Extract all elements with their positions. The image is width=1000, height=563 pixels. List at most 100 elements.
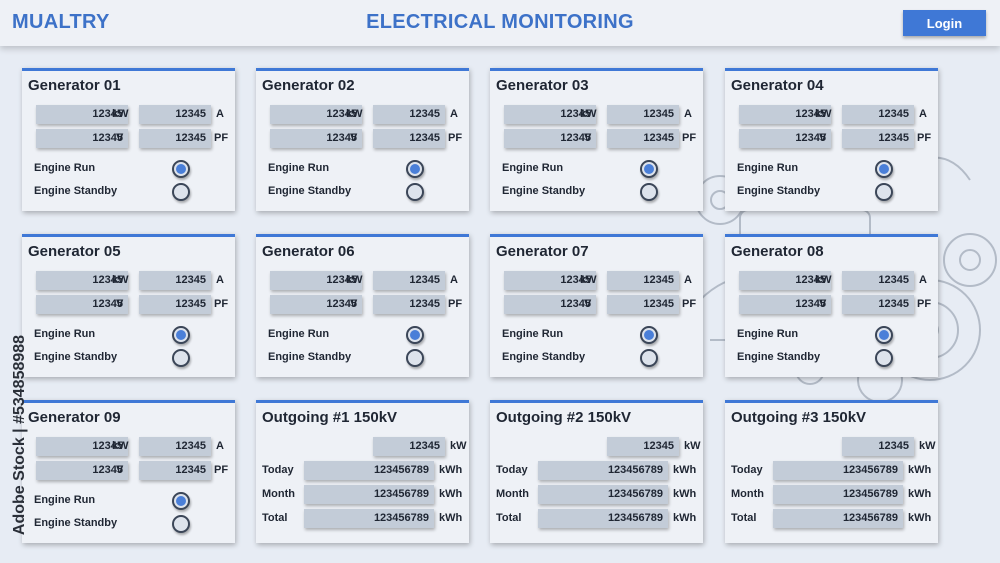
- engine-standby-radio[interactable]: [875, 183, 893, 201]
- engine-run-radio[interactable]: [406, 326, 424, 344]
- pf-value: 12345: [607, 129, 679, 148]
- amp-unit: A: [216, 108, 224, 120]
- kw-unit: kW: [112, 440, 129, 452]
- engine-run-label: Engine Run: [34, 162, 96, 174]
- card-title: Generator 08: [731, 243, 824, 260]
- login-button[interactable]: Login: [903, 10, 986, 36]
- pf-value: 12345: [373, 129, 445, 148]
- month-unit: kWh: [439, 488, 463, 500]
- engine-run-radio[interactable]: [172, 326, 190, 344]
- engine-standby-radio[interactable]: [406, 183, 424, 201]
- watermark-text: Adobe Stock | #534858988: [11, 334, 28, 536]
- engine-run-label: Engine Run: [34, 494, 96, 506]
- stock-watermark: Adobe Stock | #534858988: [8, 320, 32, 550]
- amp-value: 12345: [842, 271, 914, 290]
- engine-standby-radio[interactable]: [172, 349, 190, 367]
- amp-value: 12345: [373, 105, 445, 124]
- generator-card: Generator 08 12345 kW 12345 A 12345 V 12…: [725, 234, 938, 377]
- card-title: Generator 03: [496, 77, 589, 94]
- volt-value: 12345: [36, 129, 128, 148]
- generator-card: Generator 09 12345 kW 12345 A 12345 V 12…: [22, 400, 235, 543]
- engine-run-radio[interactable]: [406, 160, 424, 178]
- pf-unit: PF: [214, 298, 229, 310]
- generator-card: Generator 04 12345 kW 12345 A 12345 V 12…: [725, 68, 938, 211]
- engine-standby-radio[interactable]: [875, 349, 893, 367]
- month-unit: kWh: [673, 488, 697, 500]
- kw-unit: kW: [815, 108, 832, 120]
- pf-value: 12345: [373, 295, 445, 314]
- pf-value: 12345: [607, 295, 679, 314]
- total-label: Total: [496, 512, 522, 524]
- engine-run-radio[interactable]: [875, 326, 893, 344]
- kw-value: 12345: [373, 437, 445, 456]
- outgoing-card: Outgoing #3 150kV 12345 kW Today 1234567…: [725, 400, 938, 543]
- pf-value: 12345: [139, 461, 211, 480]
- today-label: Today: [731, 464, 763, 476]
- kw-unit: kW: [346, 108, 363, 120]
- engine-run-radio[interactable]: [875, 160, 893, 178]
- engine-run-label: Engine Run: [737, 162, 799, 174]
- engine-standby-radio[interactable]: [640, 349, 658, 367]
- pf-unit: PF: [682, 298, 697, 310]
- kw-unit: kW: [684, 440, 701, 452]
- amp-value: 12345: [607, 271, 679, 290]
- engine-standby-radio[interactable]: [172, 515, 190, 533]
- kw-unit: kW: [580, 108, 597, 120]
- engine-run-radio[interactable]: [172, 492, 190, 510]
- generator-card: Generator 01 12345 kW 12345 A 12345 V 12…: [22, 68, 235, 211]
- engine-standby-label: Engine Standby: [34, 351, 118, 363]
- volt-unit: V: [350, 132, 358, 144]
- brand-logo: MUALTRY: [12, 11, 110, 33]
- volt-value: 12345: [739, 129, 831, 148]
- amp-unit: A: [450, 108, 458, 120]
- amp-unit: A: [684, 108, 692, 120]
- card-title: Generator 09: [28, 409, 121, 426]
- volt-unit: V: [350, 298, 358, 310]
- volt-value: 12345: [739, 295, 831, 314]
- engine-run-label: Engine Run: [502, 328, 564, 340]
- month-label: Month: [496, 488, 529, 500]
- engine-standby-radio[interactable]: [640, 183, 658, 201]
- outgoing-card: Outgoing #1 150kV 12345 kW Today 1234567…: [256, 400, 469, 543]
- engine-run-radio[interactable]: [172, 160, 190, 178]
- total-unit: kWh: [908, 512, 932, 524]
- card-title: Outgoing #2 150kV: [496, 409, 632, 426]
- month-label: Month: [731, 488, 764, 500]
- total-value: 123456789: [538, 509, 668, 528]
- month-label: Month: [262, 488, 295, 500]
- amp-value: 12345: [373, 271, 445, 290]
- kw-unit: kW: [815, 274, 832, 286]
- card-title: Generator 05: [28, 243, 121, 260]
- amp-unit: A: [450, 274, 458, 286]
- month-value: 123456789: [773, 485, 903, 504]
- pf-unit: PF: [214, 464, 229, 476]
- today-value: 123456789: [538, 461, 668, 480]
- month-unit: kWh: [908, 488, 932, 500]
- today-unit: kWh: [673, 464, 697, 476]
- pf-unit: PF: [448, 298, 463, 310]
- today-unit: kWh: [439, 464, 463, 476]
- engine-standby-label: Engine Standby: [502, 185, 586, 197]
- volt-value: 12345: [270, 129, 362, 148]
- card-title: Outgoing #1 150kV: [262, 409, 398, 426]
- pf-unit: PF: [448, 132, 463, 144]
- volt-unit: V: [116, 132, 124, 144]
- volt-unit: V: [819, 132, 827, 144]
- card-title: Generator 01: [28, 77, 121, 94]
- pf-unit: PF: [917, 132, 932, 144]
- engine-run-radio[interactable]: [640, 160, 658, 178]
- today-value: 123456789: [304, 461, 434, 480]
- generator-card: Generator 06 12345 kW 12345 A 12345 V 12…: [256, 234, 469, 377]
- total-unit: kWh: [439, 512, 463, 524]
- month-value: 123456789: [538, 485, 668, 504]
- engine-run-radio[interactable]: [640, 326, 658, 344]
- page-title: ELECTRICAL MONITORING: [366, 11, 634, 33]
- engine-standby-radio[interactable]: [406, 349, 424, 367]
- engine-standby-label: Engine Standby: [737, 185, 821, 197]
- engine-standby-radio[interactable]: [172, 183, 190, 201]
- kw-unit: kW: [112, 274, 129, 286]
- kw-value: 12345: [607, 437, 679, 456]
- pf-value: 12345: [139, 295, 211, 314]
- pf-unit: PF: [214, 132, 229, 144]
- volt-unit: V: [116, 298, 124, 310]
